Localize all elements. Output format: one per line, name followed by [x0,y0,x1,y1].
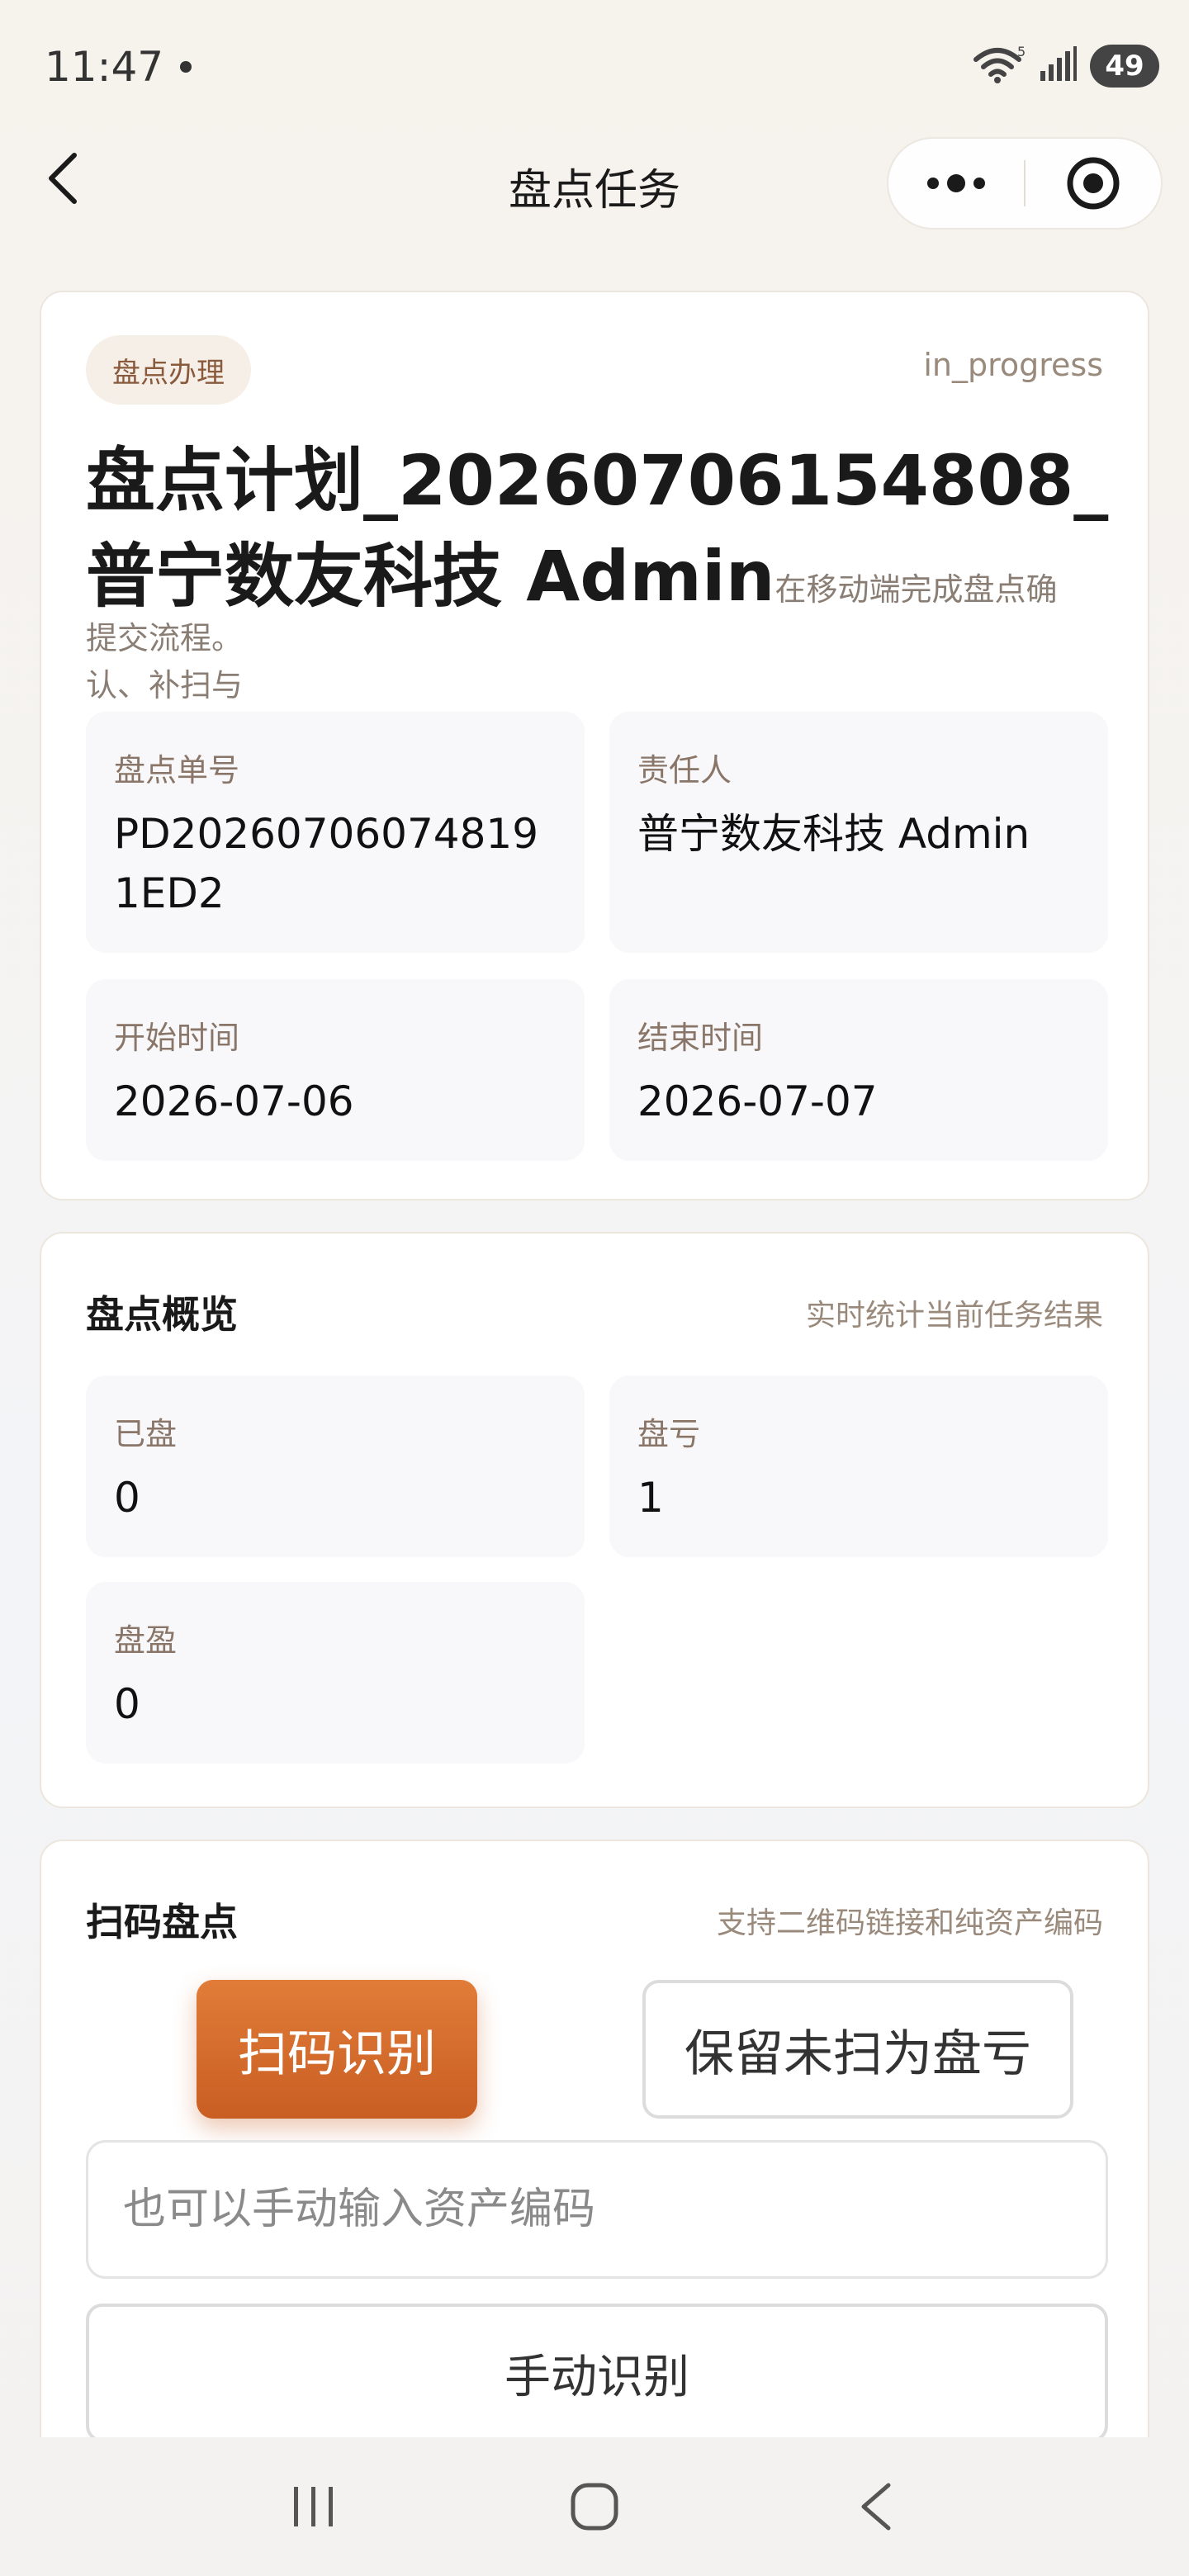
start-time-label: 开始时间 [114,1020,240,1056]
status-time: 11:47 [45,43,164,91]
keep-unscanned-as-loss-button[interactable]: 保留未扫为盘亏 [642,1980,1073,2119]
gain-value: 0 [114,1680,140,1728]
home-button[interactable] [545,2457,644,2556]
start-time-value: 2026-07-06 [114,1077,354,1125]
asset-code-input[interactable] [86,2140,1108,2279]
owner-label: 责任人 [637,752,732,788]
manual-identify-button[interactable]: 手动识别 [86,2304,1108,2442]
back-arrow-icon [861,2483,891,2531]
task-tag: 盘点办理 [86,335,251,405]
counted-value: 0 [114,1474,140,1522]
order-number-label: 盘点单号 [114,752,240,788]
status-icons: 5 49 [973,43,1159,89]
mini-program-capsule [887,137,1163,230]
overview-hint: 实时统计当前任务结果 [805,1299,1103,1333]
more-dots-icon [927,174,985,192]
battery-icon: 49 [1090,45,1159,88]
scan-title: 扫码盘点 [86,1900,238,1944]
scan-button[interactable]: 扫码识别 [197,1980,477,2119]
loss-value: 1 [637,1474,664,1522]
more-button[interactable] [888,139,1024,228]
order-number-tile: 盘点单号 PD202607060748191ED2 [86,712,585,953]
start-time-tile: 开始时间 2026-07-06 [86,979,585,1161]
signal-icon [1039,45,1078,88]
end-time-label: 结束时间 [637,1020,764,1056]
gain-label: 盘盈 [114,1622,178,1659]
overview-title: 盘点概览 [86,1292,238,1337]
plan-title: 盘点计划_20260706154808_普宁数友科技 Admin在移动端完成盘点… [86,433,1118,720]
owner-value: 普宁数友科技 Admin [637,810,1030,858]
scan-hint: 支持二维码链接和纯资产编码 [716,1906,1103,1940]
close-mini-program-button[interactable] [1026,139,1161,228]
gain-tile: 盘盈 0 [86,1582,585,1764]
wifi-icon: 5 [973,44,1027,88]
plan-description-rest: 提交流程。 [86,620,244,656]
task-info-card: 盘点办理 in_progress 盘点计划_20260706154808_普宁数… [40,291,1149,1200]
status-bar: 11:47 5 49 [0,0,1189,132]
system-back-button[interactable] [826,2457,925,2556]
counted-label: 已盘 [114,1416,178,1452]
task-status: in_progress [923,347,1103,383]
loss-label: 盘亏 [637,1416,701,1452]
target-icon [1067,157,1120,210]
recent-apps-icon [294,2487,333,2526]
system-navigation-bar [0,2437,1189,2576]
home-icon [571,2483,618,2531]
loss-tile: 盘亏 1 [609,1376,1108,1557]
notification-dot [180,61,192,73]
svg-text:5: 5 [1017,45,1026,59]
overview-card: 盘点概览 实时统计当前任务结果 已盘 0 盘亏 1 盘盈 0 [40,1232,1149,1808]
counted-tile: 已盘 0 [86,1376,585,1557]
owner-tile: 责任人 普宁数友科技 Admin [609,712,1108,953]
end-time-tile: 结束时间 2026-07-07 [609,979,1108,1161]
order-number-value: PD202607060748191ED2 [114,810,539,917]
recent-apps-button[interactable] [264,2457,363,2556]
end-time-value: 2026-07-07 [637,1077,878,1125]
